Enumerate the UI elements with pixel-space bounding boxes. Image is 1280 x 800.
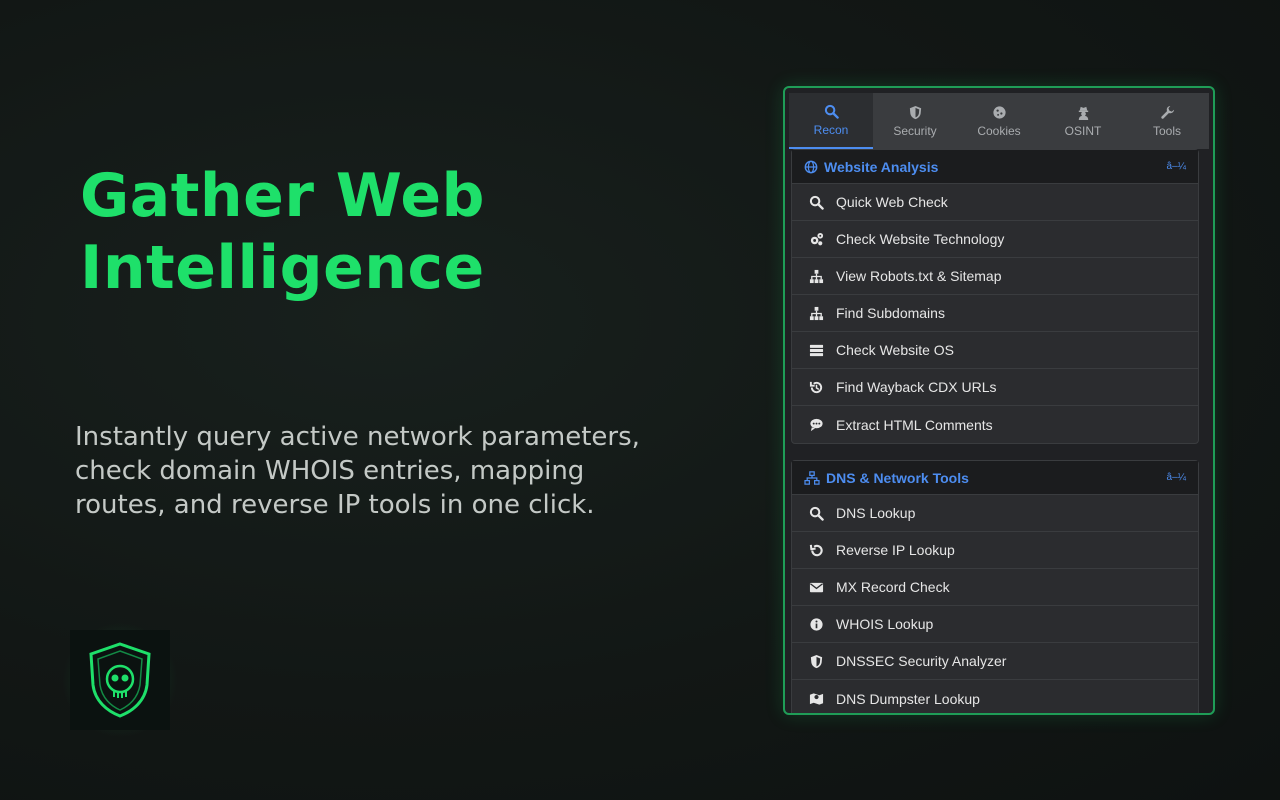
shield-icon <box>810 654 822 668</box>
hero-description: Instantly query active network parameter… <box>75 422 640 520</box>
section-dns-network-tools: DNS & Network Tools â–¼ DNS Lookup Rever… <box>791 460 1199 713</box>
tool-whois-lookup[interactable]: WHOIS Lookup <box>792 606 1198 643</box>
tab-label: OSINT <box>1064 123 1102 138</box>
server-icon <box>809 344 823 356</box>
tool-label: DNS Lookup <box>836 505 916 521</box>
cookie-icon <box>992 105 1006 119</box>
section-header[interactable]: Website Analysis â–¼ <box>792 150 1198 184</box>
tool-label: Find Wayback CDX URLs <box>836 379 997 395</box>
user-secret-icon <box>1078 106 1088 120</box>
tab-tools[interactable]: Tools <box>1125 93 1209 149</box>
section-header[interactable]: DNS & Network Tools â–¼ <box>792 461 1198 495</box>
search-icon <box>809 195 824 210</box>
undo-icon <box>809 544 823 556</box>
tab-label: Security <box>893 123 937 138</box>
tool-dns-dumpster-lookup[interactable]: DNS Dumpster Lookup <box>792 680 1198 713</box>
tab-osint[interactable]: OSINT <box>1041 93 1125 149</box>
tool-check-website-os[interactable]: Check Website OS <box>792 332 1198 369</box>
comment-icon <box>809 418 823 432</box>
tab-label: Recon <box>813 122 849 137</box>
tool-extract-html-comments[interactable]: Extract HTML Comments <box>792 406 1198 443</box>
tool-label: DNSSEC Security Analyzer <box>836 653 1007 669</box>
tool-label: WHOIS Lookup <box>836 616 934 632</box>
tool-label: Reverse IP Lookup <box>836 542 955 558</box>
section-website-analysis: Website Analysis â–¼ Quick Web Check Che… <box>791 149 1199 444</box>
tool-label: Find Subdomains <box>836 305 945 321</box>
hero-headline: Gather Web Intelligence <box>80 161 485 303</box>
sitemap-icon <box>809 306 823 320</box>
shield-icon <box>909 105 921 119</box>
search-icon <box>824 104 839 119</box>
collapse-toggle-icon[interactable]: â–¼ <box>1167 472 1186 483</box>
tool-label: Quick Web Check <box>836 194 948 210</box>
app-logo <box>70 630 170 730</box>
tool-dnssec-security-analyzer[interactable]: DNSSEC Security Analyzer <box>792 643 1198 680</box>
section-title: DNS & Network Tools <box>826 469 969 486</box>
sitemap-icon <box>809 269 823 283</box>
tab-security[interactable]: Security <box>873 93 957 149</box>
tool-quick-web-check[interactable]: Quick Web Check <box>792 184 1198 221</box>
extension-popup: Recon Security Cookies OSINT Tools Websi… <box>783 86 1215 715</box>
wrench-icon <box>1160 105 1174 119</box>
search-icon <box>809 506 824 521</box>
envelope-icon <box>809 582 823 592</box>
tool-list: Website Analysis â–¼ Quick Web Check Che… <box>791 149 1199 713</box>
tab-label: Tools <box>1152 123 1181 138</box>
tool-find-subdomains[interactable]: Find Subdomains <box>792 295 1198 332</box>
collapse-toggle-icon[interactable]: â–¼ <box>1167 161 1186 172</box>
tool-label: Check Website Technology <box>836 231 1005 247</box>
tool-check-website-technology[interactable]: Check Website Technology <box>792 221 1198 258</box>
history-icon <box>809 381 822 393</box>
globe-icon <box>804 160 818 173</box>
section-title: Website Analysis <box>824 158 939 175</box>
tool-label: Extract HTML Comments <box>836 416 993 433</box>
tool-reverse-ip-lookup[interactable]: Reverse IP Lookup <box>792 532 1198 569</box>
tab-label: Cookies <box>977 123 1021 138</box>
tool-label: DNS Dumpster Lookup <box>836 690 980 707</box>
network-icon <box>804 470 820 485</box>
tab-recon[interactable]: Recon <box>789 93 873 149</box>
map-icon <box>809 693 823 705</box>
tool-view-robots-sitemap[interactable]: View Robots.txt & Sitemap <box>792 258 1198 295</box>
tool-label: View Robots.txt & Sitemap <box>836 268 1002 284</box>
tool-mx-record-check[interactable]: MX Record Check <box>792 569 1198 606</box>
tool-label: MX Record Check <box>836 579 950 595</box>
tab-cookies[interactable]: Cookies <box>957 93 1041 149</box>
gears-icon <box>810 232 823 245</box>
tool-find-wayback-cdx-urls[interactable]: Find Wayback CDX URLs <box>792 369 1198 406</box>
tool-label: Check Website OS <box>836 342 955 358</box>
skull-shield-logo-icon <box>89 642 151 718</box>
tab-bar: Recon Security Cookies OSINT Tools <box>789 93 1209 149</box>
tool-dns-lookup[interactable]: DNS Lookup <box>792 495 1198 532</box>
info-icon <box>809 617 823 631</box>
